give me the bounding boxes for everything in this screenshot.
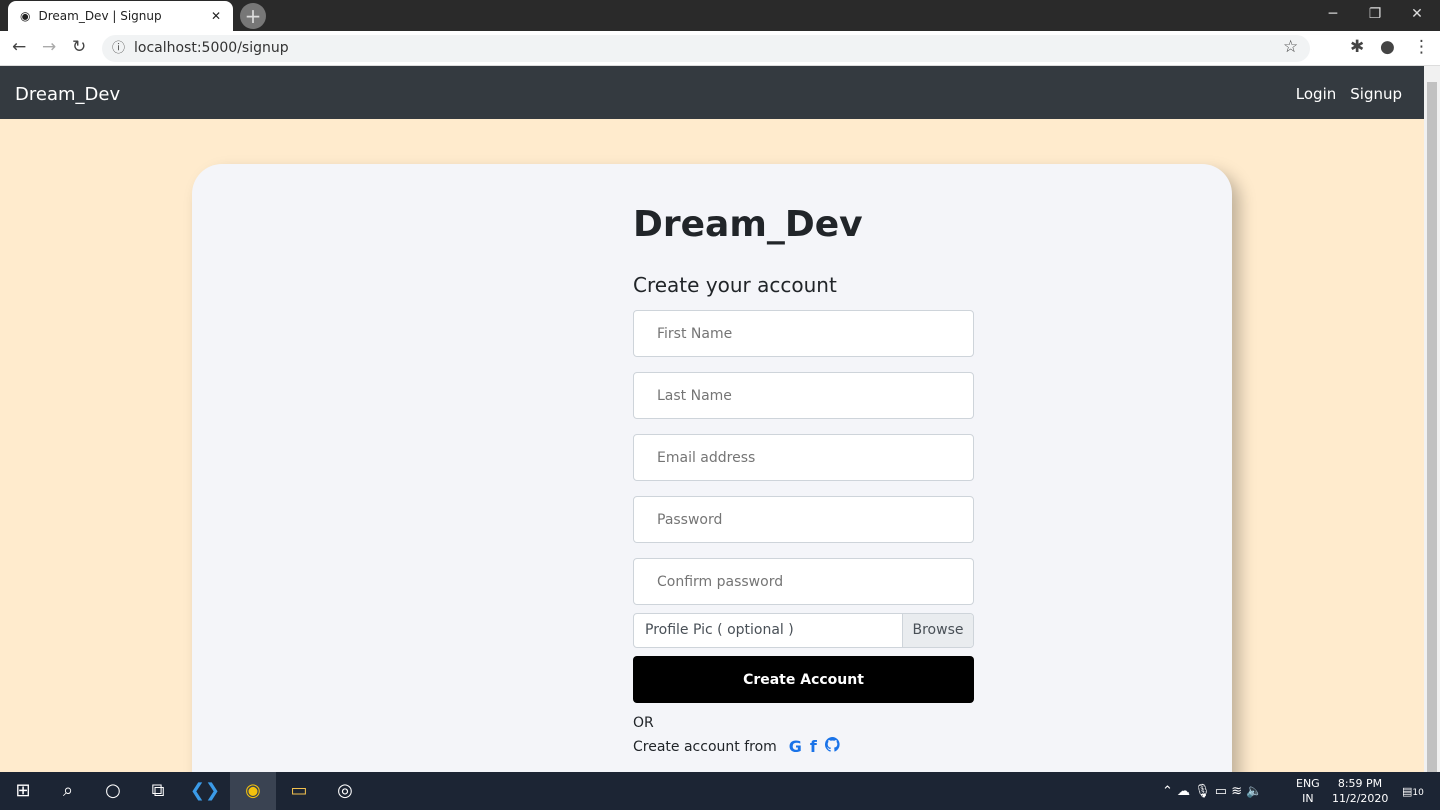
nav-signup[interactable]: Signup	[1350, 85, 1402, 103]
form-subtitle: Create your account	[633, 273, 837, 297]
url-text: localhost:5000/signup	[134, 40, 289, 56]
extensions-icon[interactable]: ✱	[1350, 37, 1364, 57]
task-view-icon[interactable]: ⧉	[135, 772, 181, 810]
vscode-icon[interactable]: ❮❯	[182, 772, 228, 810]
clock[interactable]: 8:59 PM 11/2/2020	[1332, 776, 1388, 806]
scrollbar-thumb[interactable]	[1427, 82, 1437, 772]
taskbar: ⊞ ⌕ ○ ⧉ ❮❯ ◉ ▭ ◎ ⌃ ☁ 🎙 ▭ ≋ 🔈 ENG IN 8:59 …	[0, 772, 1440, 810]
restore-button[interactable]: ❐	[1352, 0, 1398, 30]
last-name-input[interactable]	[633, 372, 974, 419]
notification-count: 10	[1412, 788, 1424, 798]
google-icon[interactable]: G	[789, 737, 802, 756]
info-icon: ⓘ	[112, 41, 126, 56]
lang-text: ENG	[1296, 777, 1320, 790]
close-tab-icon[interactable]: ✕	[211, 9, 221, 23]
browser-tab-strip: ◉ Dream_Dev | Signup ✕ + ─ ❐ ✕	[0, 0, 1440, 31]
confirm-password-input[interactable]	[633, 558, 974, 605]
new-tab-button[interactable]: +	[240, 3, 266, 29]
globe-icon: ◉	[20, 9, 31, 23]
profile-pic-file-input[interactable]: Profile Pic ( optional ) Browse	[633, 613, 974, 648]
obs-icon[interactable]: ◎	[322, 772, 368, 810]
chrome-icon[interactable]: ◉	[230, 772, 276, 810]
cortana-icon[interactable]: ○	[90, 772, 136, 810]
reload-icon[interactable]: ↻	[72, 37, 86, 57]
bookmark-star-icon[interactable]: ☆	[1283, 37, 1298, 57]
windows-start-icon[interactable]: ⊞	[0, 772, 46, 810]
date-text: 11/2/2020	[1332, 792, 1389, 805]
social-text: Create account from	[633, 738, 777, 755]
page-title: Dream_Dev	[633, 204, 863, 245]
create-account-button[interactable]: Create Account	[633, 656, 974, 703]
facebook-icon[interactable]: f	[810, 737, 817, 756]
email-input[interactable]	[633, 434, 974, 481]
browser-tab[interactable]: ◉ Dream_Dev | Signup ✕	[8, 1, 233, 31]
navbar-brand[interactable]: Dream_Dev	[15, 84, 120, 105]
language-indicator[interactable]: ENG IN	[1296, 776, 1320, 806]
browser-toolbar: ← → ↻ ⓘ localhost:5000/signup ☆ ✱ ● ⋮	[0, 31, 1440, 66]
file-label: Profile Pic ( optional )	[645, 622, 794, 638]
github-icon[interactable]	[824, 737, 840, 756]
region-text: IN	[1302, 792, 1314, 805]
notification-icon[interactable]: ▤10	[1402, 784, 1424, 801]
nav-login[interactable]: Login	[1296, 85, 1336, 103]
file-explorer-icon[interactable]: ▭	[276, 772, 322, 810]
browse-button[interactable]: Browse	[902, 614, 973, 647]
tray-icons[interactable]: ⌃ ☁ 🎙 ▭ ≋ 🔈	[1162, 784, 1262, 799]
search-icon[interactable]: ⌕	[45, 772, 91, 810]
minimize-button[interactable]: ─	[1310, 0, 1356, 30]
menu-icon[interactable]: ⋮	[1413, 37, 1430, 57]
first-name-input[interactable]	[633, 310, 974, 357]
signup-form: Dream_Dev Create your account Profile Pi…	[633, 200, 974, 756]
address-bar[interactable]: ⓘ localhost:5000/signup	[102, 35, 1310, 62]
navbar: Dream_Dev Login Signup	[0, 66, 1424, 119]
password-input[interactable]	[633, 496, 974, 543]
back-icon[interactable]: ←	[12, 37, 26, 57]
close-window-button[interactable]: ✕	[1394, 0, 1440, 30]
profile-avatar[interactable]: ●	[1380, 37, 1395, 57]
time-text: 8:59 PM	[1337, 777, 1383, 790]
or-text: OR	[633, 715, 654, 731]
forward-icon[interactable]: →	[42, 37, 56, 57]
scrollbar[interactable]	[1424, 66, 1440, 772]
tab-title: Dream_Dev | Signup	[38, 9, 162, 23]
